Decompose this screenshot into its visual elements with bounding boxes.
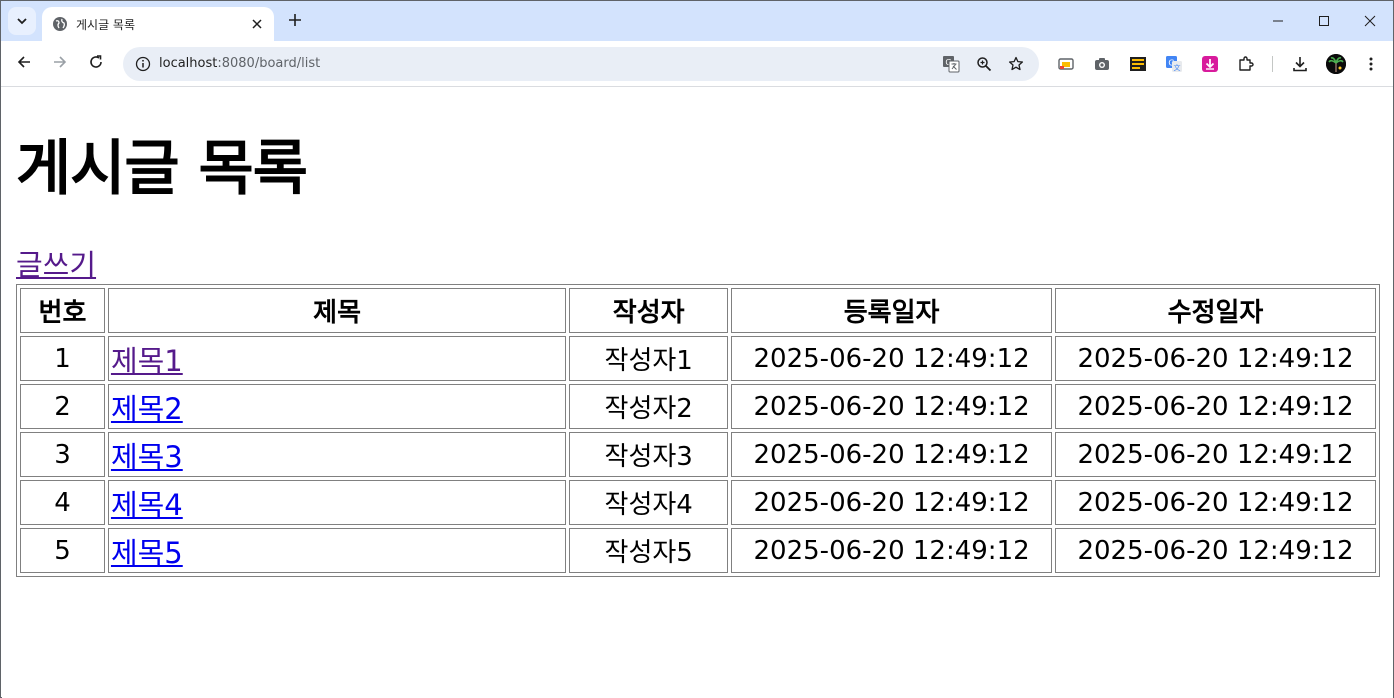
- star-icon[interactable]: [1006, 54, 1026, 74]
- reload-icon: [88, 54, 104, 74]
- close-icon[interactable]: [246, 13, 268, 35]
- post-created-date: 2025-06-20 12:49:12: [731, 480, 1053, 525]
- post-created-date: 2025-06-20 12:49:12: [731, 432, 1053, 477]
- post-title-link[interactable]: 제목2: [111, 392, 183, 426]
- post-number: 3: [20, 432, 105, 477]
- post-title-cell: 제목4: [107, 480, 567, 525]
- camera-icon[interactable]: [1092, 54, 1112, 74]
- maximize-button[interactable]: [1301, 1, 1347, 41]
- info-icon[interactable]: [133, 54, 153, 74]
- header-updated: 수정일자: [1055, 288, 1376, 333]
- google-translate-icon[interactable]: G文: [1164, 54, 1184, 74]
- board-table: 번호 제목 작성자 등록일자 수정일자 1 제목1 작성자1 2025-06-20 1…: [16, 284, 1380, 577]
- post-created-date: 2025-06-20 12:49:12: [731, 528, 1053, 573]
- page-content: 게시글 목록 글쓰기 번호 제목 작성자 등록일자 수정일자 1 제목1 작성자1 2…: [2, 88, 1393, 698]
- post-number: 4: [20, 480, 105, 525]
- post-author: 작성자1: [569, 336, 729, 381]
- post-updated-date: 2025-06-20 12:49:12: [1055, 384, 1376, 429]
- header-number: 번호: [20, 288, 105, 333]
- tab-title: 게시글 목록: [76, 17, 136, 32]
- post-number: 5: [20, 528, 105, 573]
- post-updated-date: 2025-06-20 12:49:12: [1055, 432, 1376, 477]
- table-row: 1 제목1 작성자1 2025-06-20 12:49:12 2025-06-20 12…: [20, 336, 1376, 381]
- post-title-link[interactable]: 제목4: [111, 488, 183, 522]
- post-title-link[interactable]: 제목3: [111, 440, 183, 474]
- notes-extension-icon[interactable]: [1128, 54, 1148, 74]
- close-window-button[interactable]: [1347, 1, 1393, 41]
- post-updated-date: 2025-06-20 12:49:12: [1055, 480, 1376, 525]
- svg-text:文: 文: [1174, 63, 1181, 72]
- table-row: 4 제목4 작성자4 2025-06-20 12:49:12 2025-06-20 12…: [20, 480, 1376, 525]
- arrow-left-icon: [16, 54, 32, 74]
- translate-icon[interactable]: G: [941, 54, 961, 74]
- table-row: 3 제목3 작성자3 2025-06-20 12:49:12 2025-06-20 12…: [20, 432, 1376, 477]
- download-icon[interactable]: [1290, 54, 1310, 74]
- globe-icon: [52, 16, 68, 32]
- address-bar[interactable]: localhost:8080/board/list G: [123, 47, 1039, 81]
- window-controls: [1255, 1, 1393, 41]
- avatar[interactable]: [1326, 54, 1346, 74]
- post-created-date: 2025-06-20 12:49:12: [731, 384, 1053, 429]
- arrow-right-icon: [52, 54, 68, 74]
- page-title: 게시글 목록: [16, 134, 308, 204]
- back-button[interactable]: [10, 50, 38, 78]
- toolbar-separator: [1272, 56, 1273, 72]
- post-number: 2: [20, 384, 105, 429]
- post-created-date: 2025-06-20 12:49:12: [731, 336, 1053, 381]
- browser-toolbar: localhost:8080/board/list G G文: [1, 41, 1393, 87]
- post-number: 1: [20, 336, 105, 381]
- download-extension-icon[interactable]: [1200, 54, 1220, 74]
- new-tab-button[interactable]: [283, 9, 307, 33]
- table-header-row: 번호 제목 작성자 등록일자 수정일자: [20, 288, 1376, 333]
- post-author: 작성자3: [569, 432, 729, 477]
- header-created: 등록일자: [731, 288, 1053, 333]
- url-host: localhost: [159, 56, 218, 71]
- table-row: 2 제목2 작성자2 2025-06-20 12:49:12 2025-06-20 12…: [20, 384, 1376, 429]
- maximize-icon: [1318, 12, 1330, 31]
- kebab-menu-icon[interactable]: [1361, 54, 1381, 74]
- reload-button[interactable]: [82, 50, 110, 78]
- chevron-down-icon: [16, 12, 28, 31]
- url-text[interactable]: localhost:8080/board/list: [159, 47, 320, 81]
- header-title: 제목: [107, 288, 567, 333]
- post-author: 작성자5: [569, 528, 729, 573]
- write-post-link[interactable]: 글쓰기: [16, 248, 96, 282]
- post-updated-date: 2025-06-20 12:49:12: [1055, 528, 1376, 573]
- post-title-link[interactable]: 제목5: [111, 536, 183, 570]
- table-body: 1 제목1 작성자1 2025-06-20 12:49:12 2025-06-20 12…: [20, 336, 1376, 573]
- plus-icon: [288, 12, 302, 31]
- tab-strip: 게시글 목록: [1, 1, 1393, 41]
- minimize-icon: [1272, 12, 1284, 31]
- zoom-icon[interactable]: [974, 54, 994, 74]
- forward-button[interactable]: [46, 50, 74, 78]
- close-icon: [1364, 12, 1376, 31]
- post-title-cell: 제목2: [107, 384, 567, 429]
- post-author: 작성자2: [569, 384, 729, 429]
- post-author: 작성자4: [569, 480, 729, 525]
- puzzle-icon[interactable]: [1236, 54, 1256, 74]
- post-title-link[interactable]: 제목1: [111, 344, 183, 378]
- tab-search-button[interactable]: [8, 7, 36, 35]
- url-path: :8080/board/list: [217, 56, 321, 71]
- cast-icon[interactable]: [1056, 54, 1076, 74]
- browser-tab-active[interactable]: 게시글 목록: [42, 7, 274, 41]
- post-title-cell: 제목3: [107, 432, 567, 477]
- post-title-cell: 제목1: [107, 336, 567, 381]
- table-row: 5 제목5 작성자5 2025-06-20 12:49:12 2025-06-20 12…: [20, 528, 1376, 573]
- post-updated-date: 2025-06-20 12:49:12: [1055, 336, 1376, 381]
- header-author: 작성자: [569, 288, 729, 333]
- minimize-button[interactable]: [1255, 1, 1301, 41]
- post-title-cell: 제목5: [107, 528, 567, 573]
